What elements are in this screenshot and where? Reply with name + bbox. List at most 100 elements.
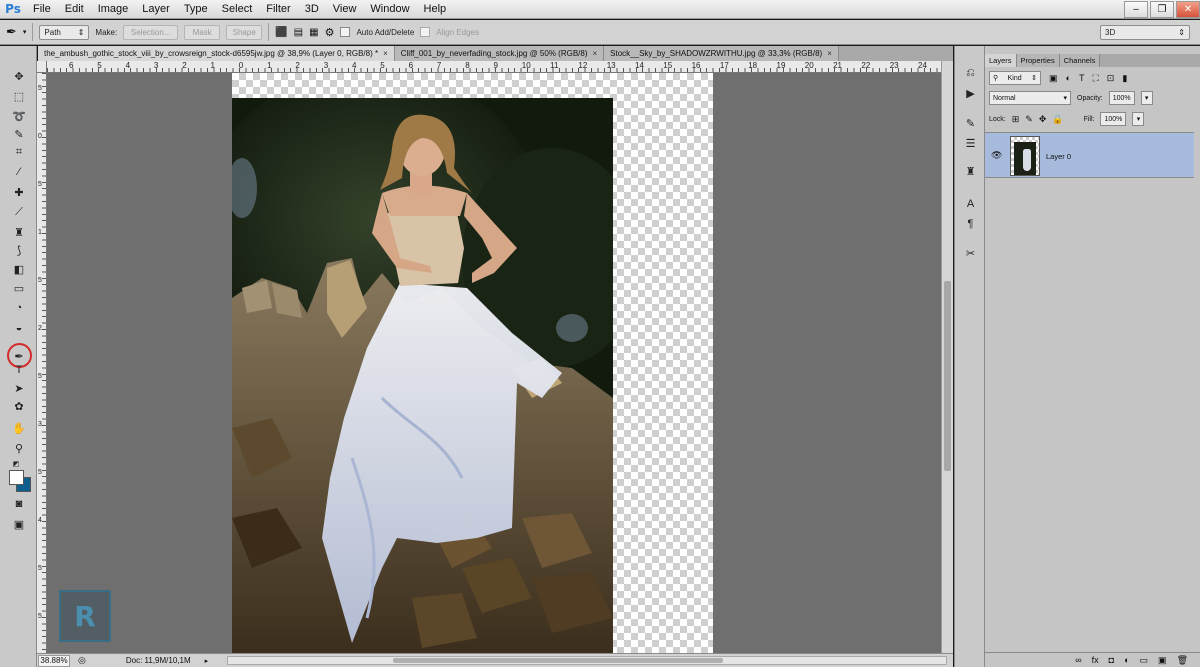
folder-icon[interactable]: ▭: [1140, 655, 1149, 666]
close-icon[interactable]: ×: [593, 46, 598, 61]
smart-object-filter-icon[interactable]: ⊡: [1107, 73, 1115, 84]
clone-source-icon[interactable]: ♜: [963, 164, 978, 179]
canvas-area[interactable]: [47, 73, 941, 653]
tool-presets-icon[interactable]: ✂: [963, 246, 978, 261]
ruler-origin[interactable]: [37, 61, 47, 73]
close-icon[interactable]: ×: [383, 46, 388, 61]
path-operations-icon[interactable]: ⬛: [275, 27, 287, 38]
make-mask-button[interactable]: Mask: [184, 24, 221, 40]
status-options-icon[interactable]: ◎: [78, 655, 86, 666]
document-canvas[interactable]: [232, 73, 713, 653]
zoom-tool-icon[interactable]: ⚲: [9, 440, 29, 456]
link-icon[interactable]: ∞: [1075, 655, 1081, 665]
close-icon[interactable]: ×: [827, 46, 832, 61]
menu-window[interactable]: Window: [363, 0, 416, 19]
lock-pixels-icon[interactable]: ✎: [1025, 114, 1033, 125]
clone-stamp-tool-icon[interactable]: ♜: [9, 224, 29, 240]
history-panel-icon[interactable]: ⎌: [963, 66, 978, 81]
path-alignment-icon[interactable]: ▤: [294, 27, 303, 38]
filter-toggle-icon[interactable]: ▮: [1122, 73, 1127, 84]
opacity-dropdown[interactable]: ▾: [1140, 91, 1153, 105]
vertical-ruler[interactable]: 5 0 5 1 5 2 5 3 5 4 5 5: [37, 73, 47, 653]
make-shape-button[interactable]: Shape: [226, 24, 263, 40]
menu-layer[interactable]: Layer: [135, 0, 177, 19]
tab-channels[interactable]: Channels: [1059, 54, 1101, 67]
move-tool-icon[interactable]: ✥: [9, 68, 29, 84]
blur-tool-icon[interactable]: ◔: [9, 300, 29, 316]
tab-layers[interactable]: Layers: [985, 54, 1017, 67]
tab-cliff-document[interactable]: Cliff_001_by_neverfading_stock.jpg @ 50%…: [394, 46, 605, 61]
menu-view[interactable]: View: [326, 0, 364, 19]
quick-mask-icon[interactable]: ◙: [9, 496, 29, 512]
path-mode-select[interactable]: Path ⇕: [39, 24, 90, 40]
adjustment-filter-icon[interactable]: ◐: [1066, 73, 1071, 83]
foreground-color-swatch[interactable]: [9, 470, 24, 485]
eraser-tool-icon[interactable]: ◧: [9, 261, 29, 277]
make-selection-button[interactable]: Selection...: [123, 24, 179, 40]
restore-button[interactable]: ❐: [1150, 1, 1174, 18]
marquee-tool-icon[interactable]: ⬚: [9, 88, 29, 104]
shape-filter-icon[interactable]: ⛶: [1092, 73, 1098, 84]
lasso-tool-icon[interactable]: ➰: [9, 108, 29, 124]
dodge-tool-icon[interactable]: ◒: [9, 320, 29, 336]
layer-row[interactable]: 👁 Layer 0: [985, 132, 1194, 178]
new-layer-icon[interactable]: ▣: [1158, 655, 1167, 666]
custom-shape-tool-icon[interactable]: ✿: [9, 398, 29, 414]
eyedropper-tool-icon[interactable]: ⁄: [9, 164, 29, 180]
eye-icon[interactable]: 👁: [991, 150, 1002, 161]
brush-presets-icon[interactable]: ☰: [963, 136, 978, 151]
chevron-down-icon[interactable]: ▾: [23, 28, 27, 36]
screen-mode-icon[interactable]: ▣: [9, 516, 29, 532]
pixel-filter-icon[interactable]: ▣: [1049, 73, 1058, 84]
tab-sky-document[interactable]: Stock__Sky_by_SHADOWZRWITHU.jpg @ 33,3% …: [604, 46, 839, 61]
healing-brush-tool-icon[interactable]: ✚: [9, 184, 29, 200]
menu-edit[interactable]: Edit: [58, 0, 91, 19]
filter-kind-select[interactable]: ⚲ Kind ⇕: [989, 71, 1041, 85]
menu-select[interactable]: Select: [215, 0, 260, 19]
workspace-select[interactable]: 3D ⇕: [1100, 25, 1190, 40]
path-arrangement-icon[interactable]: ▦: [309, 27, 318, 38]
tab-properties[interactable]: Properties: [1016, 54, 1060, 67]
gradient-tool-icon[interactable]: ▭: [9, 280, 29, 296]
type-filter-icon[interactable]: T: [1079, 73, 1085, 83]
crop-tool-icon[interactable]: ⌗: [9, 144, 29, 160]
scroll-thumb[interactable]: [944, 281, 951, 471]
menu-help[interactable]: Help: [417, 0, 454, 19]
menu-image[interactable]: Image: [91, 0, 136, 19]
fill-dropdown[interactable]: ▾: [1132, 112, 1145, 126]
auto-add-delete-checkbox[interactable]: [340, 27, 351, 37]
zoom-level-field[interactable]: 38.88%: [38, 654, 70, 667]
adjustment-icon[interactable]: ◐: [1124, 655, 1129, 665]
chevron-right-icon[interactable]: ▸: [205, 657, 209, 665]
align-edges-checkbox[interactable]: [420, 27, 431, 37]
hand-tool-icon[interactable]: ✋: [9, 420, 29, 436]
lock-position-icon[interactable]: ✥: [1039, 114, 1047, 125]
history-brush-tool-icon[interactable]: ⟆: [9, 242, 29, 258]
pen-tool-preset-icon[interactable]: ✒: [6, 24, 17, 40]
menu-type[interactable]: Type: [177, 0, 215, 19]
blend-mode-select[interactable]: Normal ▾: [989, 91, 1071, 105]
quick-selection-tool-icon[interactable]: ✎: [9, 126, 29, 142]
tab-ambush-document[interactable]: the_ambush_gothic_stock_viii_by_crowsrei…: [38, 46, 395, 61]
menu-file[interactable]: File: [26, 0, 58, 19]
scroll-thumb[interactable]: [393, 658, 723, 663]
close-button[interactable]: ✕: [1176, 1, 1200, 18]
brush-panel-icon[interactable]: ✎: [963, 116, 978, 131]
character-panel-icon[interactable]: A: [963, 196, 978, 211]
fx-icon[interactable]: fx: [1092, 655, 1099, 665]
layer-photo[interactable]: [232, 98, 613, 653]
fill-field[interactable]: 100%: [1100, 112, 1127, 126]
horizontal-ruler[interactable]: 6 5 4 3 2 1 0 1 2 3 4 5 6 7 8 9 10 11 12 13 14 15 16 17 18 19 20 21…: [47, 61, 953, 73]
paragraph-panel-icon[interactable]: ¶: [963, 216, 978, 231]
vertical-scrollbar[interactable]: [941, 61, 953, 653]
menu-filter[interactable]: Filter: [259, 0, 297, 19]
menu-3d[interactable]: 3D: [298, 0, 326, 19]
path-selection-tool-icon[interactable]: ➤: [9, 380, 29, 396]
type-tool-icon[interactable]: T: [9, 362, 29, 378]
lock-transparent-icon[interactable]: ⊞: [1012, 114, 1020, 125]
lock-all-icon[interactable]: 🔒: [1052, 114, 1063, 125]
gear-icon[interactable]: ⚙: [325, 26, 335, 39]
opacity-field[interactable]: 100%: [1108, 91, 1135, 105]
trash-icon[interactable]: 🗑: [1177, 655, 1188, 666]
horizontal-scrollbar[interactable]: [227, 656, 947, 665]
